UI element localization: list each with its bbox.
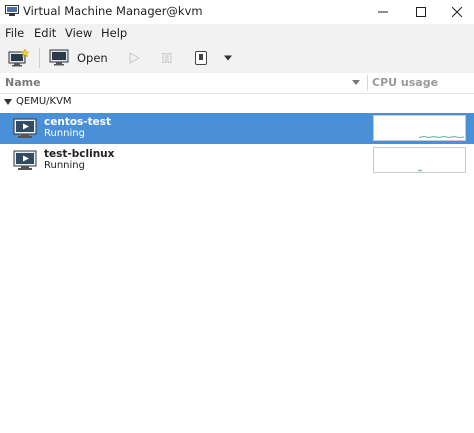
pause-icon bbox=[162, 53, 172, 63]
cpu-usage-graph bbox=[373, 115, 466, 141]
toolbar: Open bbox=[0, 42, 474, 74]
connection-group-row[interactable]: QEMU/KVM bbox=[0, 94, 474, 112]
menu-file[interactable]: File bbox=[5, 26, 24, 40]
open-label: Open bbox=[77, 51, 108, 65]
column-divider[interactable] bbox=[367, 75, 368, 91]
name-column-header[interactable]: Name bbox=[5, 76, 41, 89]
play-icon bbox=[129, 52, 140, 64]
minimize-button[interactable] bbox=[364, 0, 402, 24]
vm-name: centos-test bbox=[44, 116, 112, 128]
cpu-sparkline bbox=[417, 169, 423, 172]
menu-view[interactable]: View bbox=[65, 26, 92, 40]
cpu-usage-graph bbox=[373, 147, 466, 173]
vm-status: Running bbox=[44, 160, 85, 171]
cpu-sparkline bbox=[418, 135, 465, 139]
vm-name: test-bclinux bbox=[44, 148, 115, 160]
vm-monitor-icon bbox=[13, 150, 37, 170]
close-icon bbox=[452, 7, 462, 17]
sort-arrow-icon[interactable] bbox=[352, 80, 360, 85]
menu-bar: File Edit View Help bbox=[0, 24, 474, 42]
app-icon bbox=[5, 5, 19, 16]
pause-button[interactable] bbox=[157, 46, 177, 70]
expander-icon[interactable] bbox=[4, 99, 12, 105]
open-button[interactable]: Open bbox=[49, 46, 111, 70]
vm-row-test-bclinux[interactable]: test-bclinux Running bbox=[0, 145, 474, 176]
toolbar-separator bbox=[39, 48, 40, 68]
cpu-column-header[interactable]: CPU usage bbox=[372, 76, 438, 89]
connection-label: QEMU/KVM bbox=[16, 96, 72, 107]
vm-row-centos-test[interactable]: centos-test Running bbox=[0, 113, 474, 144]
chevron-down-icon bbox=[224, 55, 232, 61]
vm-monitor-icon bbox=[13, 118, 37, 138]
maximize-button[interactable] bbox=[402, 0, 440, 24]
menu-help[interactable]: Help bbox=[101, 26, 127, 40]
vm-status: Running bbox=[44, 128, 85, 139]
menu-edit[interactable]: Edit bbox=[34, 26, 56, 40]
run-button[interactable] bbox=[124, 46, 144, 70]
shutdown-menu-button[interactable] bbox=[219, 46, 237, 70]
title-bar: Virtual Machine Manager@kvm bbox=[0, 0, 474, 25]
shutdown-icon bbox=[195, 51, 207, 65]
new-vm-icon bbox=[8, 48, 30, 67]
shutdown-button[interactable] bbox=[191, 46, 211, 70]
close-button[interactable] bbox=[438, 0, 474, 24]
new-vm-button[interactable] bbox=[6, 46, 32, 70]
column-header: Name CPU usage bbox=[0, 73, 474, 94]
window-title: Virtual Machine Manager@kvm bbox=[23, 4, 203, 18]
minimize-icon bbox=[378, 11, 388, 13]
console-icon bbox=[49, 49, 69, 66]
maximize-icon bbox=[416, 7, 426, 17]
